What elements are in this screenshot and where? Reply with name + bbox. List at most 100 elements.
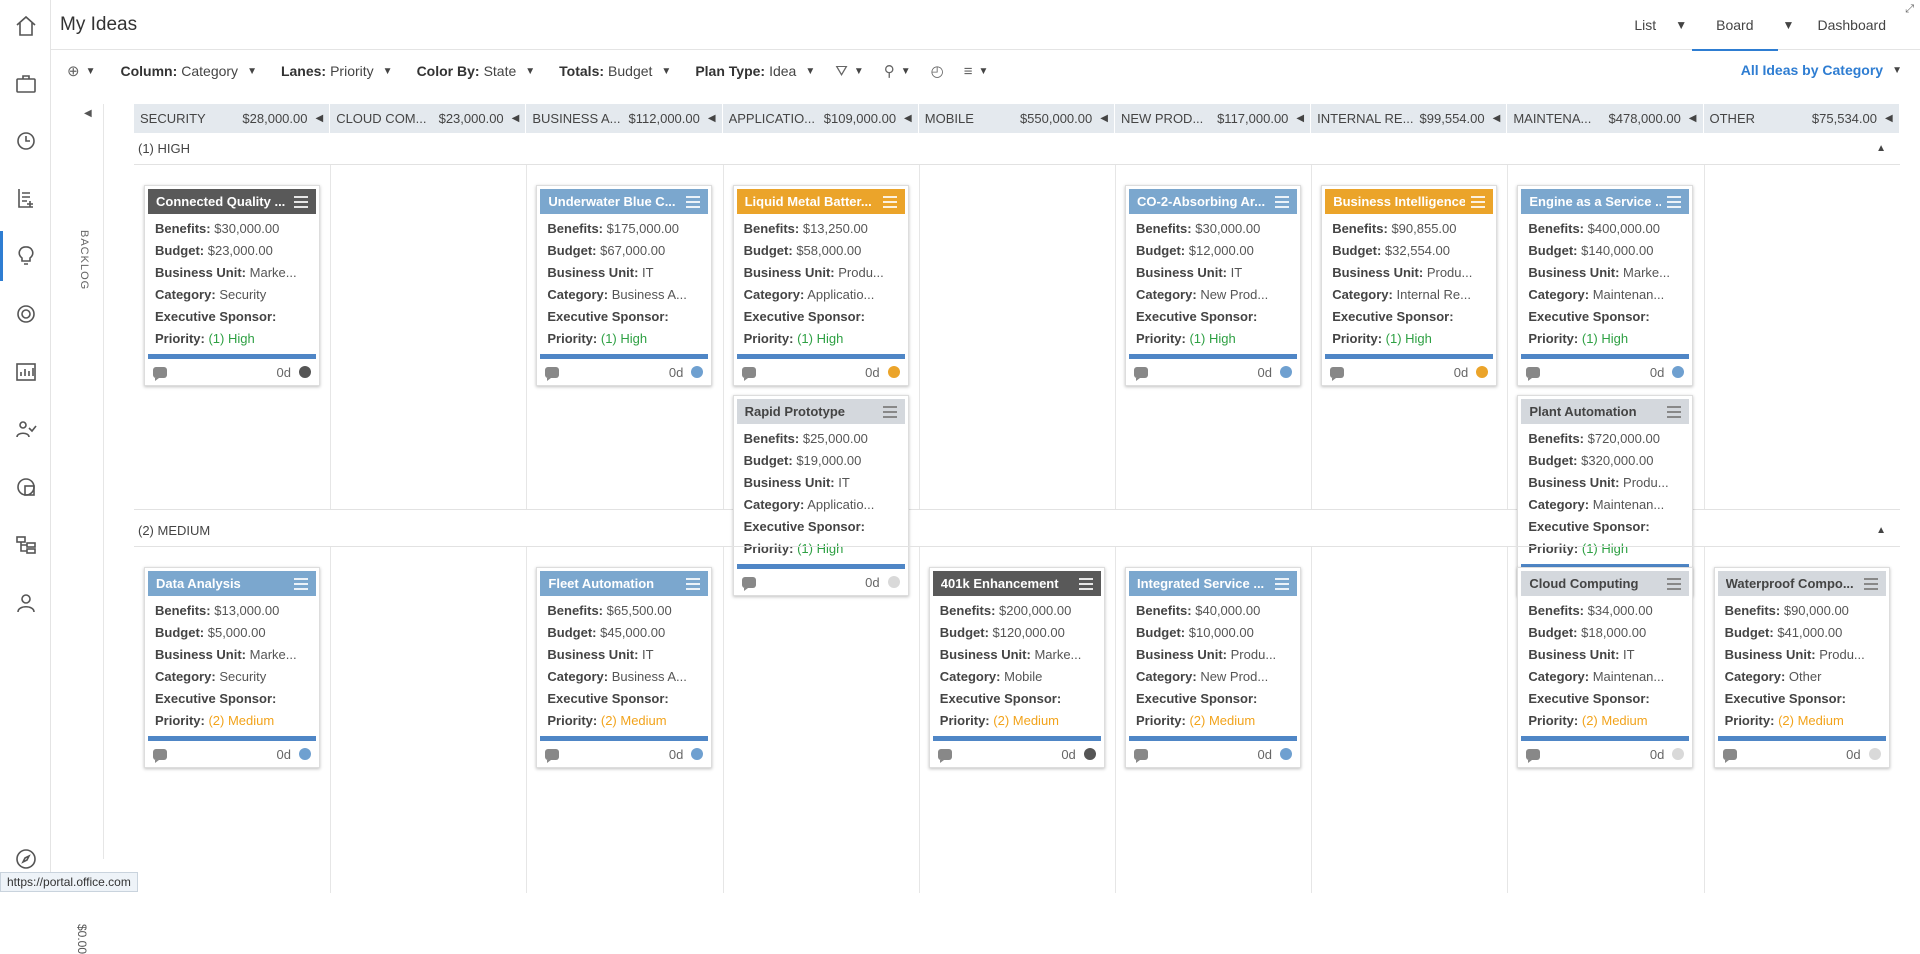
menu-icon[interactable] <box>1667 406 1681 418</box>
chevron-left-icon[interactable]: ◀ <box>512 113 520 124</box>
column-header[interactable]: CLOUD COM...$23,000.00◀ <box>330 104 526 133</box>
target-icon[interactable] <box>13 301 39 327</box>
card-title[interactable]: Rapid Prototype <box>745 404 877 419</box>
comment-icon[interactable] <box>1526 367 1540 378</box>
idea-card[interactable]: Business IntelligenceBenefits: $90,855.0… <box>1321 185 1497 386</box>
chevron-left-icon[interactable]: ◀ <box>708 113 716 124</box>
menu-icon[interactable] <box>1275 196 1289 208</box>
home-icon[interactable] <box>13 13 39 39</box>
chevron-down-icon[interactable]: ▼ <box>1670 0 1692 50</box>
idea-card[interactable]: Integrated Service ...Benefits: $40,000.… <box>1125 567 1301 768</box>
tab-list[interactable]: List <box>1620 0 1670 50</box>
chevron-left-icon[interactable]: ◀ <box>1885 113 1893 124</box>
card-title-bar[interactable]: Engine as a Service ... <box>1521 189 1689 214</box>
idea-card[interactable]: Liquid Metal Batter...Benefits: $13,250.… <box>733 185 909 386</box>
menu-icon[interactable] <box>686 196 700 208</box>
chevron-down-icon[interactable]: ▼ <box>979 66 989 77</box>
card-title-bar[interactable]: Data Analysis <box>148 571 316 596</box>
idea-card[interactable]: CO-2-Absorbing Ar...Benefits: $30,000.00… <box>1125 185 1301 386</box>
chevron-left-icon[interactable]: ◀ <box>904 113 912 124</box>
column-header[interactable]: MOBILE$550,000.00◀ <box>919 104 1115 133</box>
color-by-selector[interactable]: Color By:State▼ <box>417 63 536 79</box>
filter-icon[interactable]: ⛛▼ <box>835 63 864 80</box>
column-header[interactable]: MAINTENA...$478,000.00◀ <box>1507 104 1703 133</box>
comment-icon[interactable] <box>545 367 559 378</box>
card-title[interactable]: Plant Automation <box>1529 404 1661 419</box>
idea-card[interactable]: Fleet AutomationBenefits: $65,500.00Budg… <box>536 567 712 768</box>
card-title-bar[interactable]: Cloud Computing <box>1521 571 1689 596</box>
comment-icon[interactable] <box>1134 749 1148 760</box>
comment-icon[interactable] <box>153 367 167 378</box>
menu-icon[interactable] <box>1275 578 1289 590</box>
menu-icon[interactable] <box>1864 578 1878 590</box>
idea-card[interactable]: Engine as a Service ...Benefits: $400,00… <box>1517 185 1693 386</box>
card-title[interactable]: Connected Quality ... <box>156 194 288 209</box>
column-header[interactable]: INTERNAL RE...$99,554.00◀ <box>1311 104 1507 133</box>
idea-card[interactable]: Underwater Blue C...Benefits: $175,000.0… <box>536 185 712 386</box>
card-title-bar[interactable]: Connected Quality ... <box>148 189 316 214</box>
card-title-bar[interactable]: Underwater Blue C... <box>540 189 708 214</box>
menu-icon[interactable] <box>1667 196 1681 208</box>
compass-icon[interactable] <box>13 846 39 872</box>
card-title-bar[interactable]: Rapid Prototype <box>737 399 905 424</box>
card-title[interactable]: Liquid Metal Batter... <box>745 194 877 209</box>
card-title[interactable]: Data Analysis <box>156 576 288 591</box>
idea-card[interactable]: 401k EnhancementBenefits: $200,000.00Bud… <box>929 567 1105 768</box>
menu-icon[interactable] <box>1667 578 1681 590</box>
chevron-down-icon[interactable]: ▼ <box>854 66 864 77</box>
card-title-bar[interactable]: Plant Automation <box>1521 399 1689 424</box>
card-title-bar[interactable]: CO-2-Absorbing Ar... <box>1129 189 1297 214</box>
menu-icon[interactable] <box>1471 196 1485 208</box>
idea-card[interactable]: Cloud ComputingBenefits: $34,000.00Budge… <box>1517 567 1693 768</box>
column-header[interactable]: APPLICATIO...$109,000.00◀ <box>723 104 919 133</box>
chevron-down-icon[interactable]: ▼ <box>86 66 96 77</box>
card-title-bar[interactable]: Business Intelligence <box>1325 189 1493 214</box>
portfolio-chart-icon[interactable] <box>13 474 39 500</box>
backlog-panel[interactable]: ◀ BACKLOG $0.00 <box>64 104 104 859</box>
gauge-icon[interactable]: ◴ <box>931 62 944 80</box>
card-title[interactable]: Cloud Computing <box>1529 576 1661 591</box>
menu-icon[interactable] <box>294 196 308 208</box>
comment-icon[interactable] <box>1330 367 1344 378</box>
plan-type-selector[interactable]: Plan Type:Idea▼ <box>695 63 815 79</box>
idea-card[interactable]: Waterproof Compo...Benefits: $90,000.00B… <box>1714 567 1890 768</box>
menu-icon[interactable] <box>883 196 897 208</box>
chevron-down-icon[interactable]: ▼ <box>1778 0 1800 50</box>
comment-icon[interactable] <box>1134 367 1148 378</box>
chevron-left-icon[interactable]: ◀ <box>84 108 92 119</box>
lanes-selector[interactable]: Lanes:Priority▼ <box>281 63 393 79</box>
search-icon[interactable]: ⚲▼ <box>884 62 911 80</box>
card-title-bar[interactable]: Waterproof Compo... <box>1718 571 1886 596</box>
comment-icon[interactable] <box>1723 749 1737 760</box>
card-title-bar[interactable]: Fleet Automation <box>540 571 708 596</box>
lane-header[interactable]: (2) MEDIUM▲ <box>134 515 1900 547</box>
chevron-left-icon[interactable]: ◀ <box>1100 113 1108 124</box>
idea-card[interactable]: Connected Quality ...Benefits: $30,000.0… <box>144 185 320 386</box>
add-icon[interactable]: ⊕▼ <box>67 62 95 80</box>
briefcase-icon[interactable] <box>13 71 39 97</box>
comment-icon[interactable] <box>1526 749 1540 760</box>
column-header[interactable]: BUSINESS A...$112,000.00◀ <box>526 104 722 133</box>
user-icon[interactable] <box>13 590 39 616</box>
card-title[interactable]: Business Intelligence <box>1333 194 1465 209</box>
column-header[interactable]: OTHER$75,534.00◀ <box>1704 104 1900 133</box>
menu-icon[interactable] <box>686 578 700 590</box>
chevron-left-icon[interactable]: ◀ <box>1493 113 1501 124</box>
people-icon[interactable] <box>13 416 39 442</box>
chevron-down-icon[interactable]: ▼ <box>901 66 911 77</box>
chevron-left-icon[interactable]: ◀ <box>1689 113 1697 124</box>
org-icon[interactable] <box>13 532 39 558</box>
column-header[interactable]: SECURITY$28,000.00◀ <box>134 104 330 133</box>
card-title[interactable]: Underwater Blue C... <box>548 194 680 209</box>
card-title[interactable]: 401k Enhancement <box>941 576 1073 591</box>
menu-icon[interactable] <box>294 578 308 590</box>
idea-card[interactable]: Data AnalysisBenefits: $13,000.00Budget:… <box>144 567 320 768</box>
chevron-up-icon[interactable]: ▲ <box>1876 525 1886 536</box>
menu-icon[interactable] <box>1079 578 1093 590</box>
expand-icon[interactable]: ⤢ <box>1905 3 1914 16</box>
lightbulb-icon[interactable] <box>13 243 39 269</box>
view-selector[interactable]: All Ideas by Category▼ <box>1741 62 1902 78</box>
tab-dashboard[interactable]: Dashboard <box>1800 0 1920 50</box>
totals-selector[interactable]: Totals:Budget▼ <box>559 63 671 79</box>
sort-icon[interactable]: ≡▼ <box>964 63 989 80</box>
